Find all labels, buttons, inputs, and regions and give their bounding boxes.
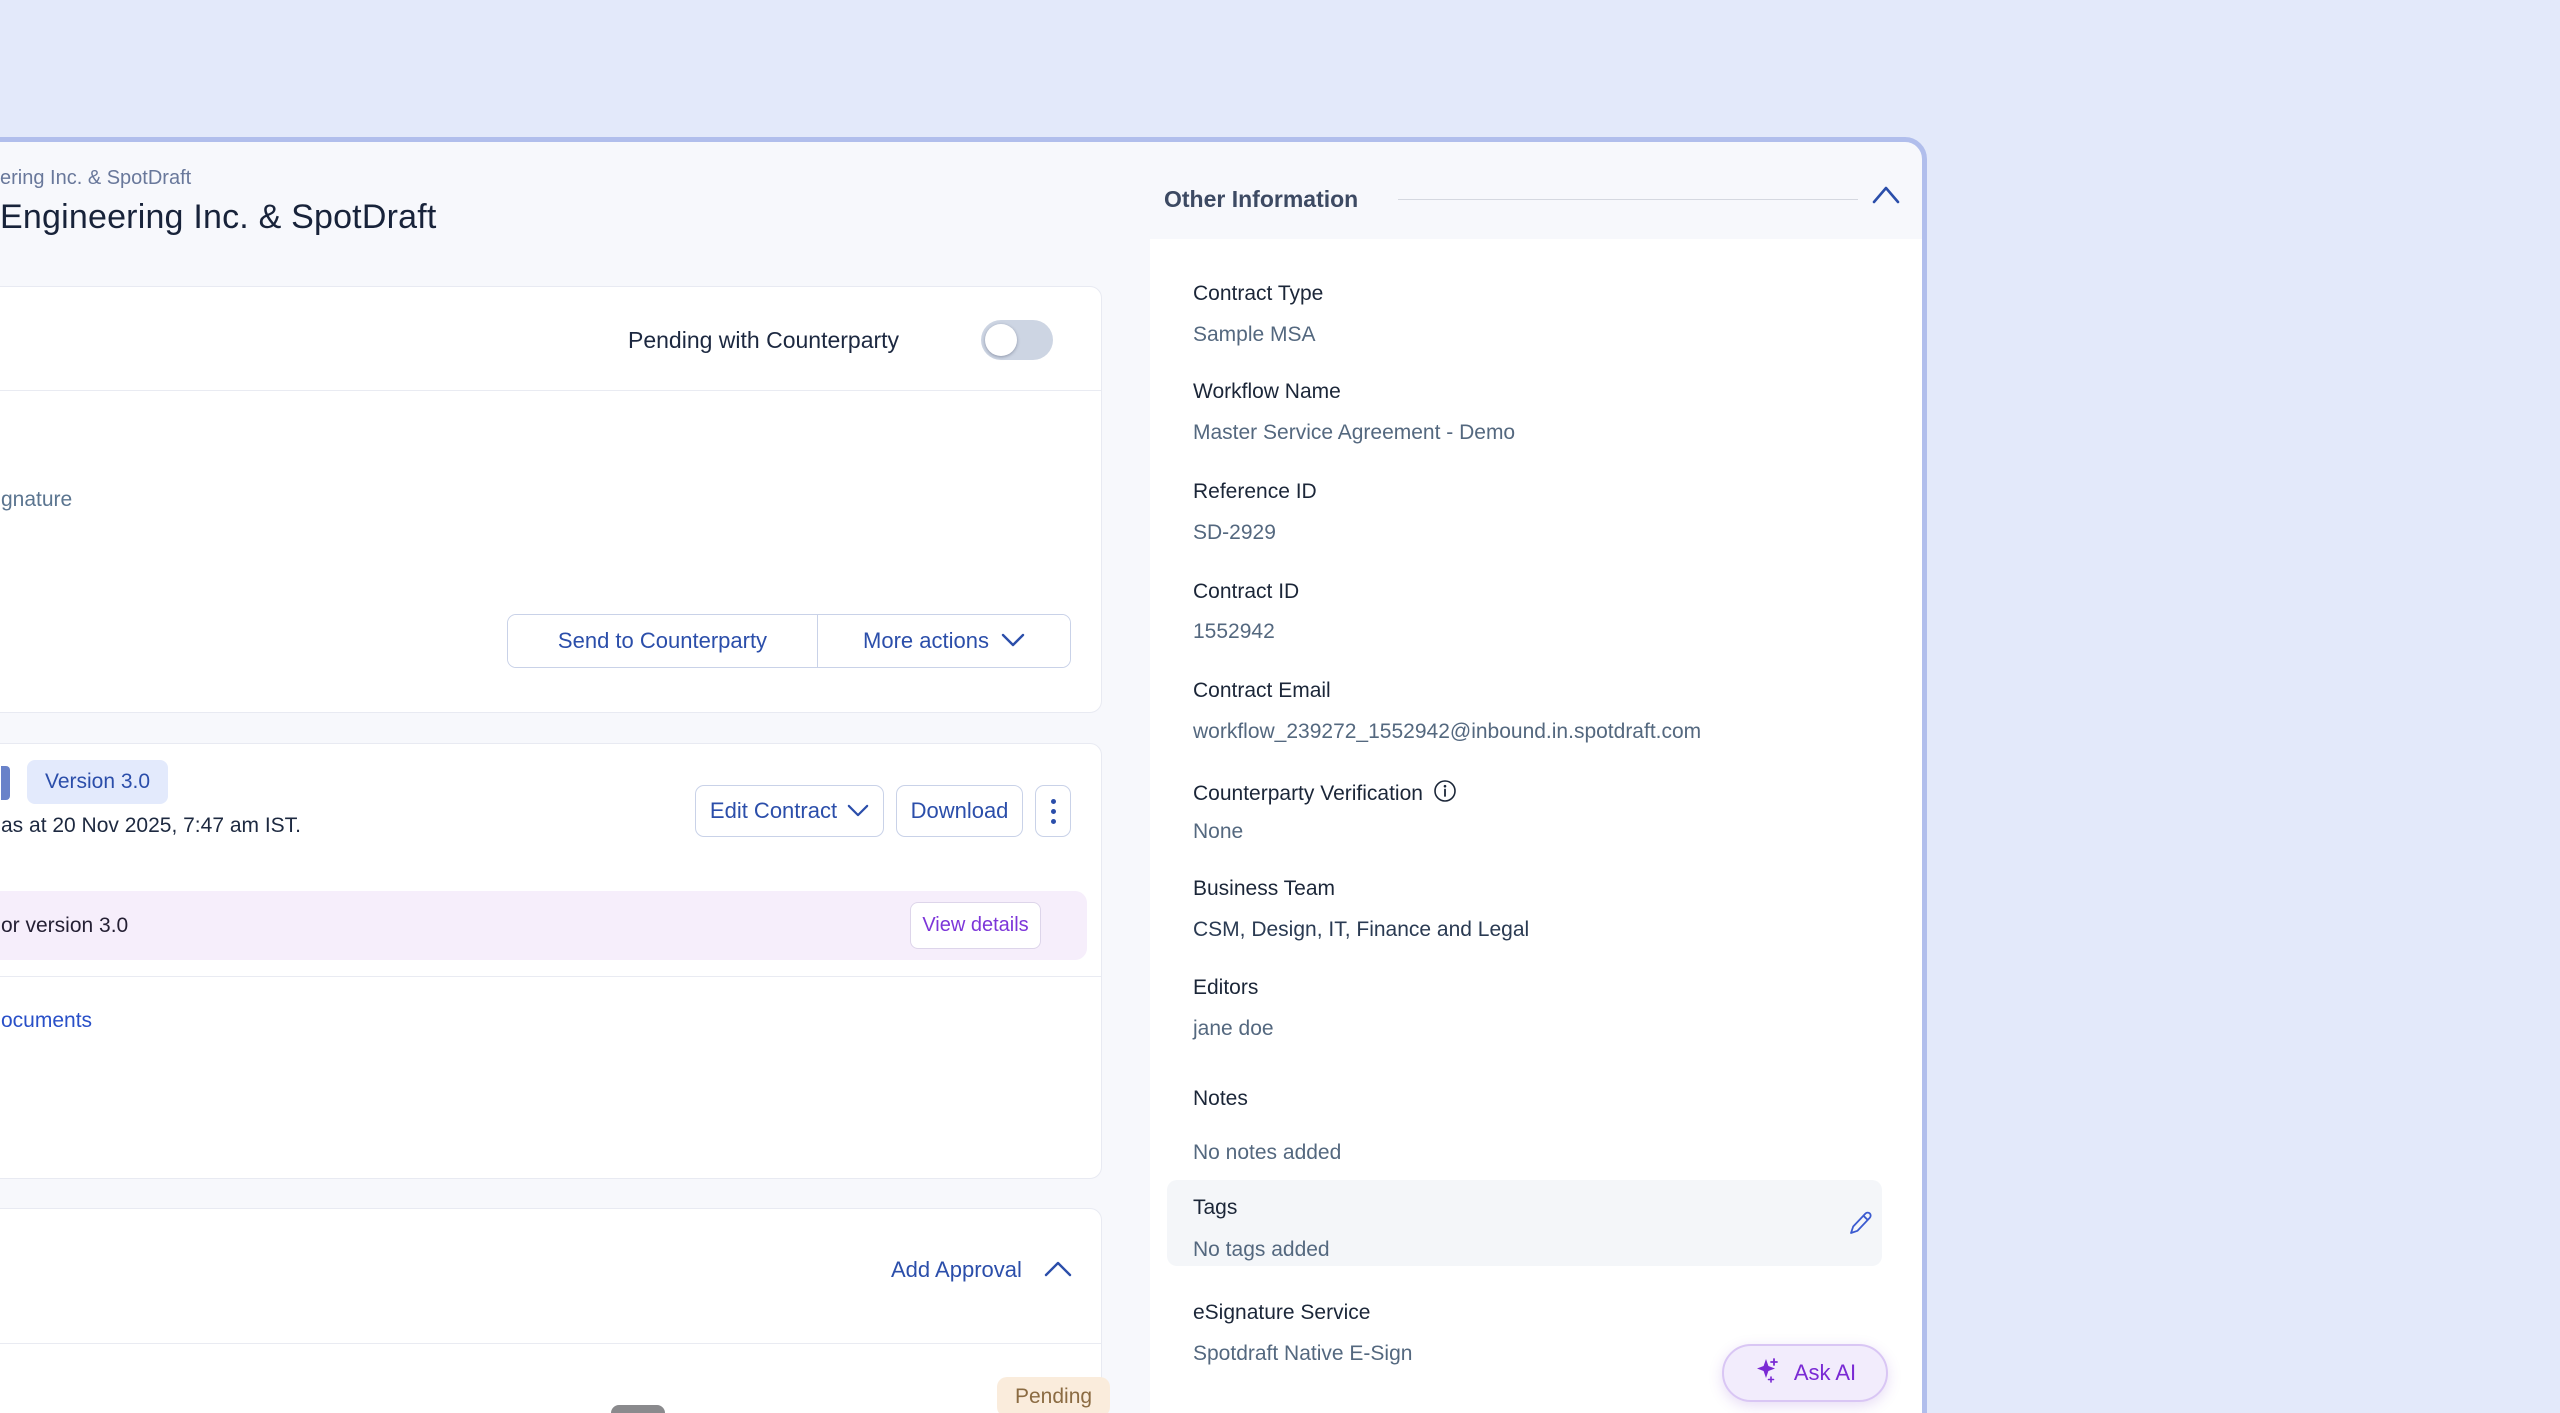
ask-ai-button[interactable]: Ask AI (1722, 1344, 1888, 1402)
approval-card: Add Approval Pending (0, 1208, 1102, 1413)
banner-text: or version 3.0 (1, 914, 128, 938)
counterparty-verification-text: Counterparty Verification (1193, 782, 1423, 806)
view-details-button[interactable]: View details (910, 902, 1041, 949)
documents-link[interactable]: ocuments (1, 1009, 92, 1033)
edit-contract-button[interactable]: Edit Contract (695, 785, 884, 837)
collapse-panel-button[interactable] (1871, 184, 1901, 208)
field-value-business-team: CSM, Design, IT, Finance and Legal (1193, 918, 1529, 942)
kebab-menu-button[interactable] (1035, 785, 1071, 837)
pending-status-badge: Pending (997, 1377, 1110, 1413)
more-actions-button[interactable]: More actions (818, 615, 1070, 667)
other-information-title: Other Information (1164, 186, 1358, 213)
ask-ai-label: Ask AI (1794, 1360, 1856, 1386)
field-value-contract-email: workflow_239272_1552942@inbound.in.spotd… (1193, 720, 1701, 744)
version-timestamp: as at 20 Nov 2025, 7:47 am IST. (1, 814, 301, 838)
send-to-counterparty-button[interactable]: Send to Counterparty (508, 615, 818, 667)
field-value-contract-type: Sample MSA (1193, 323, 1316, 347)
counterparty-actions: Send to Counterparty More actions (507, 614, 1071, 668)
version-icon (1, 766, 10, 800)
kebab-dot (1051, 799, 1056, 804)
download-button[interactable]: Download (896, 785, 1023, 837)
approver-avatar (611, 1405, 665, 1413)
field-value-tags: No tags added (1193, 1238, 1330, 1262)
field-label-reference-id: Reference ID (1193, 480, 1317, 504)
field-value-notes: No notes added (1193, 1141, 1341, 1165)
divider (1398, 199, 1858, 200)
field-value-reference-id: SD-2929 (1193, 521, 1276, 545)
field-label-contract-type: Contract Type (1193, 282, 1323, 306)
version-info-banner: or version 3.0 View details (0, 891, 1087, 960)
field-label-counterparty-verification: Counterparty Verification (1193, 779, 1457, 809)
field-label-editors: Editors (1193, 976, 1258, 1000)
screen: ering Inc. & SpotDraft Engineering Inc. … (0, 0, 2560, 1413)
chevron-down-icon (1001, 628, 1025, 654)
divider (0, 976, 1101, 977)
divider (0, 1343, 1101, 1344)
toggle-knob (985, 324, 1017, 356)
field-label-contract-email: Contract Email (1193, 679, 1331, 703)
add-approval-button[interactable]: Add Approval (891, 1257, 1072, 1283)
breadcrumb[interactable]: ering Inc. & SpotDraft (0, 167, 191, 190)
field-label-workflow-name: Workflow Name (1193, 380, 1341, 404)
field-value-contract-id: 1552942 (1193, 620, 1275, 644)
field-label-notes: Notes (1193, 1087, 1248, 1111)
edit-contract-label: Edit Contract (710, 798, 837, 824)
more-actions-label: More actions (863, 628, 989, 654)
chevron-up-icon (1044, 1257, 1072, 1283)
chevron-down-icon (847, 798, 869, 824)
pending-with-counterparty-label: Pending with Counterparty (628, 327, 899, 354)
field-label-business-team: Business Team (1193, 877, 1335, 901)
pending-with-counterparty-toggle[interactable] (981, 320, 1053, 360)
field-value-workflow-name: Master Service Agreement - Demo (1193, 421, 1515, 445)
other-information-panel: Contract Type Sample MSA Workflow Name M… (1150, 239, 1922, 1413)
field-value-esignature-service: Spotdraft Native E-Sign (1193, 1342, 1412, 1366)
version-badge: Version 3.0 (27, 760, 168, 804)
version-card: Version 3.0 as at 20 Nov 2025, 7:47 am I… (0, 743, 1102, 1179)
field-label-contract-id: Contract ID (1193, 580, 1299, 604)
add-approval-label: Add Approval (891, 1257, 1022, 1283)
status-card: Pending with Counterparty gnature Send t… (0, 286, 1102, 713)
divider (0, 390, 1101, 391)
sparkle-icon (1754, 1356, 1782, 1390)
kebab-dot (1051, 819, 1056, 824)
page-title: Engineering Inc. & SpotDraft (0, 198, 437, 237)
download-label: Download (911, 798, 1009, 824)
edit-tags-pencil-icon[interactable] (1845, 1207, 1875, 1237)
field-label-tags: Tags (1193, 1196, 1237, 1220)
field-value-counterparty-verification: None (1193, 820, 1243, 844)
kebab-dot (1051, 809, 1056, 814)
signature-step-label: gnature (1, 488, 72, 512)
info-icon[interactable] (1433, 779, 1457, 809)
field-value-editors: jane doe (1193, 1017, 1274, 1041)
send-to-counterparty-label: Send to Counterparty (558, 628, 767, 654)
field-label-esignature-service: eSignature Service (1193, 1301, 1370, 1325)
